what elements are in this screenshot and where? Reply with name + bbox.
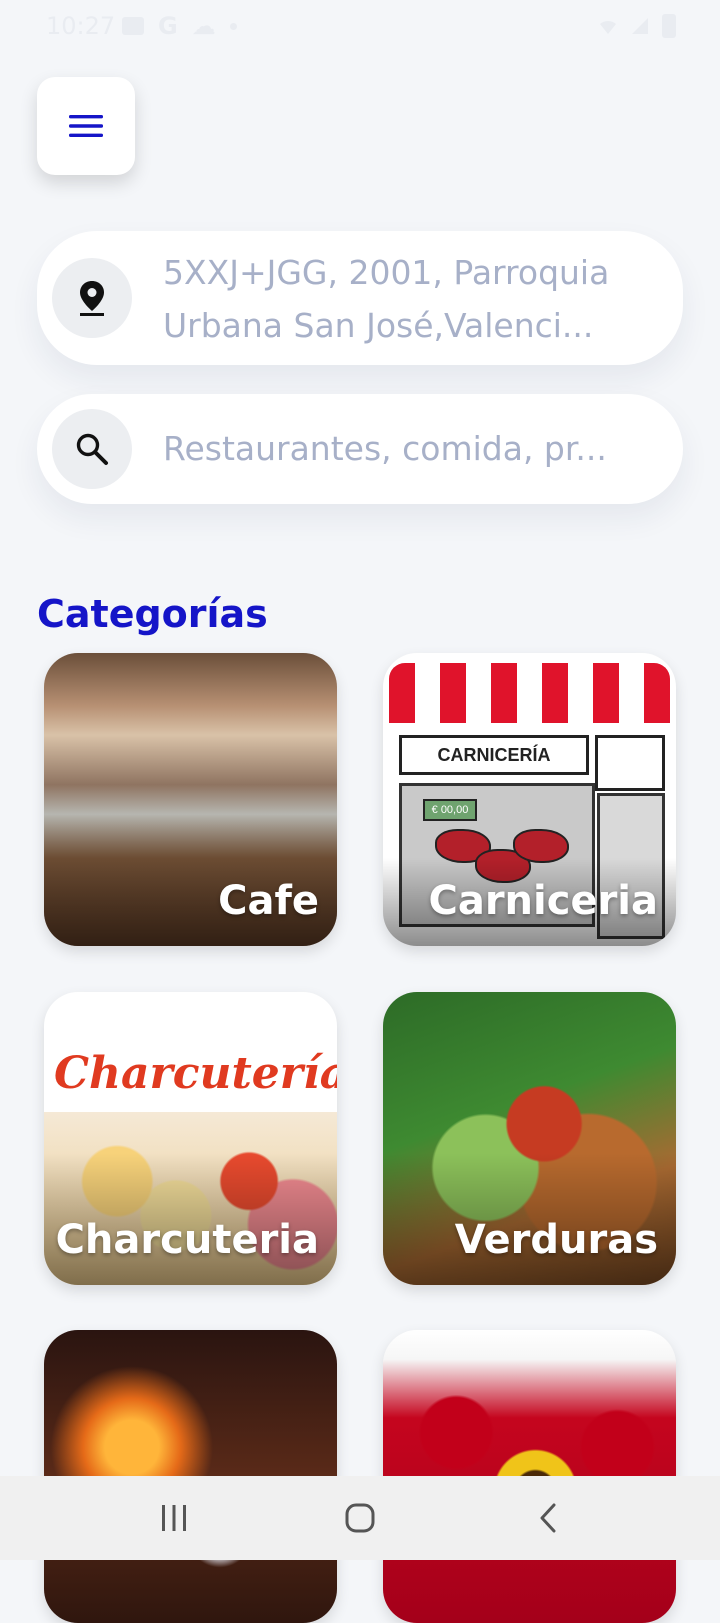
battery-icon bbox=[662, 14, 676, 38]
navigation-bar bbox=[0, 1476, 720, 1560]
category-card-charcuteria[interactable]: Charcutería Charcuteria bbox=[44, 992, 337, 1285]
search-input[interactable]: Restaurantes, comida, pr... bbox=[163, 422, 655, 475]
dot-icon bbox=[229, 22, 237, 30]
location-text: 5XXJ+JGG, 2001, Parroquia Urbana San Jos… bbox=[163, 253, 610, 345]
price-tag: € 00,00 bbox=[423, 799, 477, 821]
recents-icon bbox=[162, 1505, 186, 1531]
signal-icon bbox=[632, 18, 648, 34]
home-button[interactable] bbox=[338, 1496, 382, 1540]
cloud-icon: ☁ bbox=[191, 12, 216, 40]
back-icon bbox=[540, 1503, 556, 1533]
category-label: Charcuteria bbox=[55, 1217, 319, 1263]
wifi-icon bbox=[600, 20, 616, 34]
charcuteria-wordmark: Charcutería bbox=[54, 1048, 337, 1099]
menu-button[interactable] bbox=[37, 77, 135, 175]
category-card-cafe[interactable]: Cafe bbox=[44, 653, 337, 946]
search-icon bbox=[76, 433, 108, 465]
google-icon: G bbox=[158, 12, 178, 40]
search-icon-wrap bbox=[52, 409, 132, 489]
search-bar[interactable]: Restaurantes, comida, pr... bbox=[37, 394, 683, 504]
shop-sign: CARNICERÍA bbox=[399, 735, 589, 775]
recents-button[interactable] bbox=[152, 1496, 196, 1540]
categories-title: Categorías bbox=[37, 592, 268, 636]
status-bar: 10:27 G ☁ bbox=[0, 0, 720, 52]
gallery-icon bbox=[122, 17, 144, 35]
hamburger-icon bbox=[69, 115, 103, 137]
category-label: Verduras bbox=[454, 1217, 658, 1263]
location-pin-icon bbox=[80, 281, 104, 316]
back-button[interactable] bbox=[526, 1496, 570, 1540]
category-label: Cafe bbox=[218, 878, 319, 924]
category-card-verduras[interactable]: Verduras bbox=[383, 992, 676, 1285]
category-label: Carniceria bbox=[428, 878, 658, 924]
category-card-carniceria[interactable]: CARNICERÍA € 00,00 Carniceria bbox=[383, 653, 676, 946]
status-time: 10:27 bbox=[46, 12, 116, 40]
location-icon-wrap bbox=[52, 258, 132, 338]
home-icon bbox=[345, 1503, 375, 1533]
cow-icon bbox=[595, 735, 665, 791]
location-selector[interactable]: 5XXJ+JGG, 2001, Parroquia Urbana San Jos… bbox=[37, 231, 683, 365]
shop-awning bbox=[389, 663, 670, 723]
